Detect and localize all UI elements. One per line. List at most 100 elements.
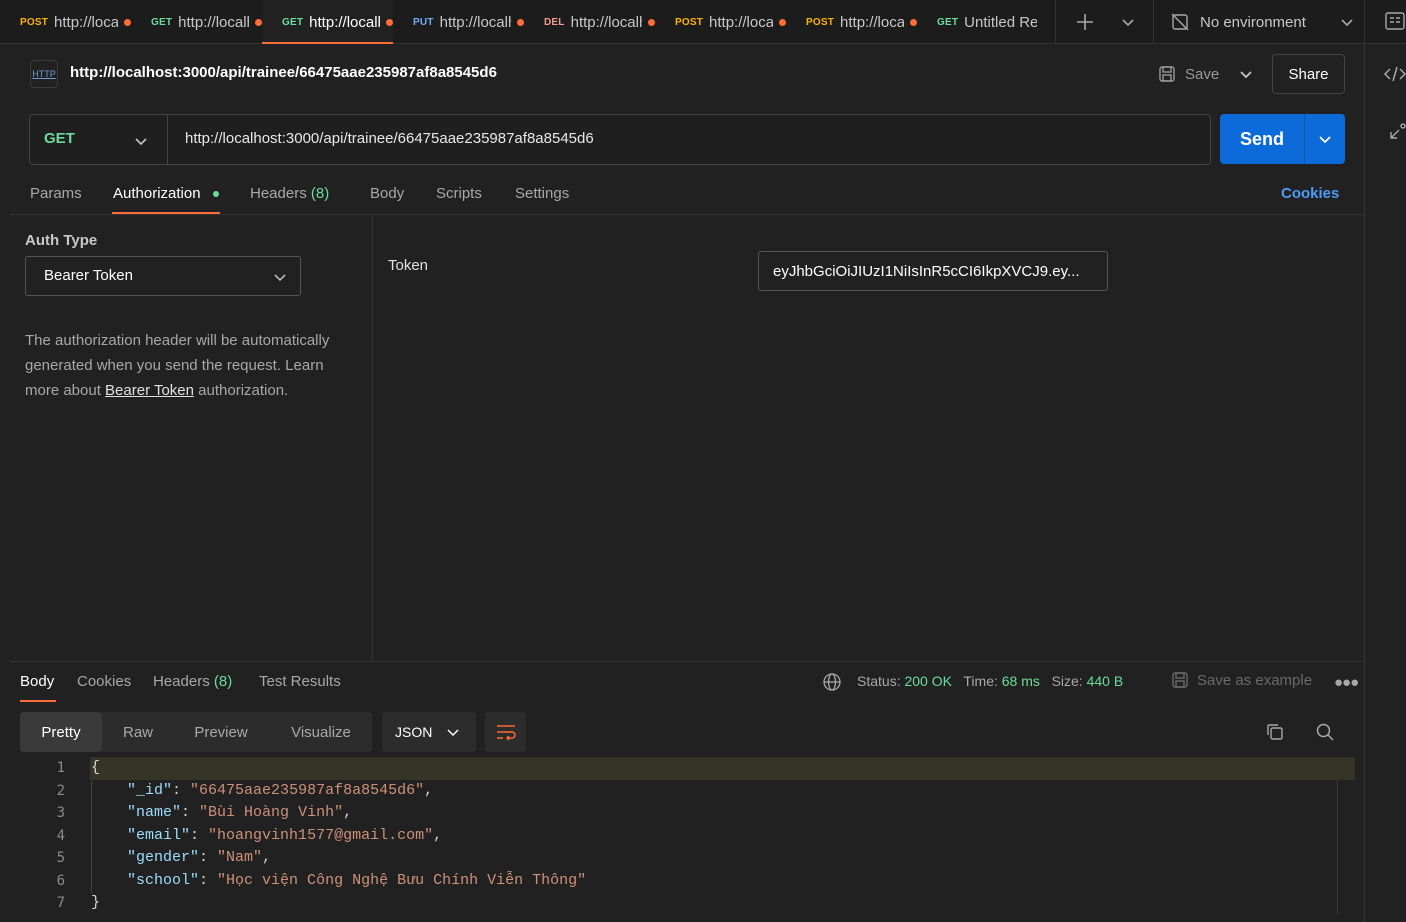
auth-column-divider <box>372 215 373 661</box>
request-tab[interactable]: POST http://localhost:3000/api <box>786 0 917 44</box>
tab-method: POST <box>675 16 704 28</box>
response-tab-test-results[interactable]: Test Results <box>259 673 341 690</box>
auth-type-label: Auth Type <box>25 232 98 249</box>
copy-icon[interactable] <box>1265 722 1285 742</box>
view-raw-button[interactable]: Raw <box>110 712 166 752</box>
request-tab[interactable]: GET Untitled Request <box>917 0 1048 44</box>
save-options-chevron-down-icon[interactable] <box>1237 64 1255 84</box>
tab-url: Untitled Request <box>964 13 1038 31</box>
request-tab[interactable]: POST http://localhost:3000/api <box>655 0 786 44</box>
response-tab-cookies[interactable]: Cookies <box>77 673 131 690</box>
line-number: 3 <box>56 805 65 821</box>
json-key: "gender" <box>127 849 200 866</box>
bearer-token-link[interactable]: Bearer Token <box>105 382 194 399</box>
tab-list-chevron-down-icon[interactable] <box>1120 12 1136 32</box>
send-button[interactable]: Send <box>1220 114 1304 164</box>
json-key: "_id" <box>127 782 173 799</box>
authorization-active-dot <box>213 191 219 197</box>
tab-body[interactable]: Body <box>370 185 404 202</box>
environment-selector[interactable]: No environment <box>1170 0 1355 44</box>
line-number: 7 <box>56 895 65 911</box>
tab-headers[interactable]: Headers (8) <box>250 185 329 202</box>
view-pretty-button[interactable]: Pretty <box>20 712 102 752</box>
code-snippet-icon[interactable] <box>1383 64 1406 84</box>
tab-scripts[interactable]: Scripts <box>436 185 482 202</box>
new-tab-plus-icon[interactable] <box>1075 12 1095 32</box>
unsaved-dot <box>910 18 917 26</box>
json-key: "name" <box>127 804 182 821</box>
tab-method: DEL <box>544 16 565 28</box>
time-label: Time: <box>963 673 998 689</box>
wrap-lines-button[interactable] <box>485 712 526 752</box>
code-line: "gender": "Nam", <box>127 849 272 866</box>
save-as-example-button[interactable]: Save as example <box>1197 672 1312 689</box>
token-input[interactable]: eyJhbGciOiJIUzI1NiIsInR5cCI6IkpXVCJ9.ey.… <box>758 251 1108 291</box>
json-key: "email" <box>127 827 191 844</box>
tab-url: http://localhost:3000/api/trainee <box>178 13 249 31</box>
view-visualize-button[interactable]: Visualize <box>276 712 366 752</box>
network-globe-icon[interactable] <box>822 672 842 692</box>
format-dropdown[interactable]: JSON <box>382 712 476 752</box>
divider <box>10 214 1364 215</box>
request-tab-active[interactable]: GET http://localhost:3000/api/trainee <box>262 0 393 44</box>
tab-url: http://localhost:3000/api/trainee <box>309 13 380 31</box>
share-button[interactable]: Share <box>1272 54 1345 94</box>
save-button[interactable]: Save <box>1157 57 1219 91</box>
code-line: } <box>91 894 101 911</box>
request-tab-bar: POST http://localhost:3000/api/trainee G… <box>0 0 1406 44</box>
tab-settings[interactable]: Settings <box>515 185 569 202</box>
cookies-link[interactable]: Cookies <box>1281 185 1339 202</box>
tab-headers-count: (8) <box>310 185 330 202</box>
tab-url: http://localhost:3000/api <box>709 13 773 31</box>
send-options-chevron-down-icon[interactable] <box>1304 114 1345 164</box>
tab-method: GET <box>937 16 959 28</box>
response-tab-body[interactable]: Body <box>20 673 54 690</box>
code-scrollbar[interactable] <box>1337 780 1338 915</box>
code-line: "email": "hoangvinh1577@gmail.com", <box>127 827 443 844</box>
json-id-value: "66475aae235987af8a8545d6" <box>190 782 425 799</box>
response-headers-count: (8) <box>213 673 233 690</box>
view-preview-button[interactable]: Preview <box>180 712 262 752</box>
tab-url: http://localhost:3000/api <box>840 13 904 31</box>
status-value[interactable]: 200 OK <box>904 673 951 689</box>
save-label: Save <box>1185 65 1220 83</box>
time-value[interactable]: 68 ms <box>1002 673 1040 689</box>
environment-quick-look-icon[interactable] <box>1384 10 1406 32</box>
auth-type-chevron-down-icon <box>273 270 287 284</box>
tab-divider <box>1055 0 1056 44</box>
environment-chevron-down-icon <box>1339 12 1355 32</box>
request-tab[interactable]: POST http://localhost:3000/api/trainee <box>0 0 131 44</box>
response-divider[interactable] <box>10 661 1364 662</box>
size-value[interactable]: 440 B <box>1087 673 1124 689</box>
auth-type-value: Bearer Token <box>44 267 133 284</box>
more-options-icon[interactable]: ●●● <box>1334 674 1359 691</box>
active-tab-underline <box>20 700 56 702</box>
size-label: Size: <box>1051 673 1083 689</box>
environment-label: No environment <box>1200 13 1306 31</box>
request-tab[interactable]: GET http://localhost:3000/api/trainee <box>131 0 262 44</box>
method-selector[interactable]: GET <box>44 130 75 147</box>
related-collections-icon[interactable] <box>1387 122 1406 142</box>
search-icon[interactable] <box>1315 722 1335 742</box>
request-tab[interactable]: DEL http://localhost:3000/api/trainee <box>524 0 655 44</box>
no-environment-icon <box>1170 12 1190 32</box>
json-email-value: "hoangvinh1577@gmail.com" <box>208 827 434 844</box>
tab-method: POST <box>806 16 835 28</box>
json-school-value: "Học viện Công Nghệ Bưu Chính Viễn Thông… <box>217 872 587 889</box>
method-chevron-down-icon[interactable] <box>133 133 149 149</box>
unsaved-dot <box>517 18 524 26</box>
code-line: "_id": "66475aae235987af8a8545d6", <box>127 782 434 799</box>
code-line: { <box>91 759 101 776</box>
response-headers-label: Headers <box>153 673 210 690</box>
line-number: 6 <box>56 873 65 889</box>
request-title[interactable]: http://localhost:3000/api/trainee/66475a… <box>70 64 497 81</box>
url-input[interactable]: http://localhost:3000/api/trainee/66475a… <box>185 130 594 147</box>
code-line: "name": "Bùi Hoàng Vinh", <box>127 804 353 821</box>
request-tab[interactable]: PUT http://localhost:3000/api/trainee <box>393 0 524 44</box>
tab-method: POST <box>20 16 49 28</box>
tab-params[interactable]: Params <box>30 185 82 202</box>
tab-authorization[interactable]: Authorization <box>113 185 201 202</box>
unsaved-dot <box>779 18 786 26</box>
status-label: Status: <box>857 673 901 689</box>
response-tab-headers[interactable]: Headers (8) <box>153 673 232 690</box>
